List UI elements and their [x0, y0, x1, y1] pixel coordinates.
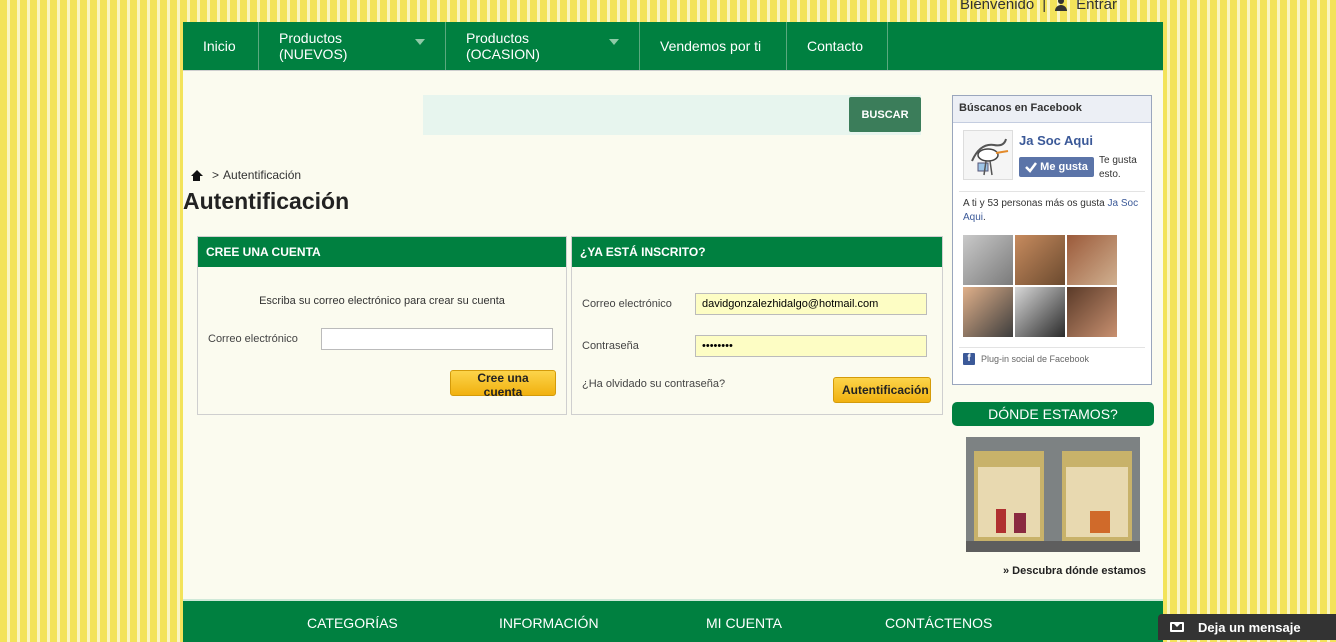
separator: |	[1042, 0, 1047, 13]
footer: CATEGORÍAS INFORMACIÓN MI CUENTA CONTÁCT…	[183, 599, 1163, 642]
dropdown-arrow-icon	[415, 39, 425, 45]
create-email-field[interactable]	[321, 328, 553, 350]
password-field[interactable]	[695, 335, 927, 357]
login-panel: ¿YA ESTÁ INSCRITO? Correo electrónico Co…	[571, 236, 943, 415]
nav-label: Productos (OCASION)	[466, 30, 540, 62]
page-title: Autentificación	[183, 188, 350, 214]
nav-label: Vendemos por ti	[660, 38, 762, 54]
create-account-panel: CREE UNA CUENTA Escriba su correo electr…	[197, 236, 567, 415]
stork-logo-icon[interactable]	[963, 130, 1013, 180]
search-bar: BUSCAR	[423, 95, 921, 135]
fan-avatar[interactable]	[1067, 235, 1117, 285]
create-email-label: Correo electrónico	[208, 333, 298, 345]
mail-icon	[1170, 622, 1184, 632]
footer-informacion[interactable]: INFORMACIÓN	[499, 615, 599, 631]
footer-contactenos[interactable]: CONTÁCTENOS	[885, 615, 992, 631]
search-button[interactable]: BUSCAR	[849, 97, 921, 132]
nav-item-contacto[interactable]: Contacto	[787, 22, 888, 70]
people-count-text: A ti y 53 personas más os gusta	[963, 198, 1108, 209]
nav-item-vendemos[interactable]: Vendemos por ti	[640, 22, 787, 70]
footer-categorias[interactable]: CATEGORÍAS	[307, 615, 398, 631]
page-container: Inicio Productos (NUEVOS) Productos (OCA…	[183, 22, 1163, 642]
welcome-text: Bienvenido	[960, 0, 1035, 13]
main-nav: Inicio Productos (NUEVOS) Productos (OCA…	[183, 22, 1163, 71]
create-account-instruction: Escriba su correo electrónico para crear…	[259, 295, 505, 307]
login-link[interactable]: Entrar	[1076, 0, 1117, 13]
search-input[interactable]	[423, 95, 843, 135]
facebook-like-button[interactable]: Me gusta	[1019, 157, 1094, 177]
footer-mi-cuenta[interactable]: MI CUENTA	[706, 615, 782, 631]
fan-avatar[interactable]	[963, 287, 1013, 337]
plugin-label: Plug-in social de Facebook	[981, 354, 1090, 364]
facebook-people-text: A ti y 53 personas más os gusta Ja Soc A…	[963, 197, 1143, 225]
login-email-field[interactable]	[695, 293, 927, 315]
discover-location-link[interactable]: » Descubra dónde estamos	[1003, 565, 1146, 577]
fan-avatar[interactable]	[1067, 287, 1117, 337]
nav-item-productos-ocasion[interactable]: Productos (OCASION)	[446, 22, 640, 70]
chat-label: Deja un mensaje	[1198, 619, 1301, 635]
store-photo[interactable]	[966, 437, 1140, 552]
login-button[interactable]: Autentificación	[833, 377, 931, 403]
user-icon[interactable]	[1054, 0, 1068, 11]
facebook-page-name[interactable]: Ja Soc Aqui	[1019, 133, 1093, 148]
login-title: ¿YA ESTÁ INSCRITO?	[572, 237, 942, 267]
facebook-header: Búscanos en Facebook	[953, 96, 1151, 123]
like-note: Te gusta esto.	[1099, 155, 1137, 180]
nav-item-inicio[interactable]: Inicio	[183, 22, 259, 70]
divider	[959, 191, 1145, 192]
facebook-icon: f	[963, 353, 975, 365]
home-icon[interactable]	[191, 169, 203, 181]
fan-avatar[interactable]	[1015, 287, 1065, 337]
donde-estamos-heading: DÓNDE ESTAMOS?	[952, 402, 1154, 426]
user-bar: Bienvenido | Entrar	[960, 0, 1117, 13]
breadcrumb-current: Autentificación	[223, 168, 302, 182]
people-end: .	[983, 212, 986, 223]
nav-label: Contacto	[807, 38, 864, 54]
divider	[959, 347, 1145, 348]
nav-item-productos-nuevos[interactable]: Productos (NUEVOS)	[259, 22, 446, 70]
create-account-button[interactable]: Cree una cuenta	[450, 370, 556, 399]
create-account-title: CREE UNA CUENTA	[198, 237, 566, 267]
like-label: Me gusta	[1040, 161, 1088, 173]
fan-avatar[interactable]	[963, 235, 1013, 285]
breadcrumb: > Autentificación	[191, 168, 301, 182]
facebook-widget: Búscanos en Facebook Ja Soc Aqui Me gust…	[952, 95, 1152, 385]
leave-message-button[interactable]: Deja un mensaje	[1158, 614, 1336, 640]
facebook-plugin-credit[interactable]: f Plug-in social de Facebook	[963, 353, 1089, 365]
nav-label: Productos (NUEVOS)	[279, 30, 348, 62]
nav-label: Inicio	[203, 38, 236, 54]
check-icon	[1025, 162, 1038, 173]
forgot-password-link[interactable]: ¿Ha olvidado su contraseña?	[582, 378, 725, 390]
breadcrumb-separator: >	[212, 168, 220, 182]
login-email-label: Correo electrónico	[582, 298, 672, 310]
dropdown-arrow-icon	[609, 39, 619, 45]
password-label: Contraseña	[582, 340, 639, 352]
fan-avatar[interactable]	[1015, 235, 1065, 285]
